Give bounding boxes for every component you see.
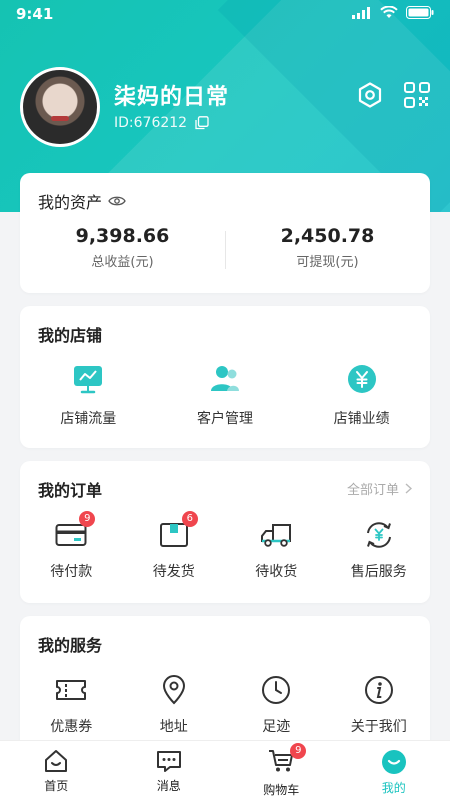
shop-item-traffic[interactable]: 店铺流量 (20, 364, 157, 428)
order-item-pending-shipment[interactable]: 6 待发货 (123, 511, 226, 581)
shop-item-customers[interactable]: 客户管理 (157, 364, 294, 428)
profile-icon (381, 750, 406, 774)
tab-label: 消息 (156, 779, 181, 793)
service-item-label: 关于我们 (350, 719, 407, 735)
order-item-label: 待收货 (255, 564, 298, 580)
service-item-about[interactable]: 关于我们 (328, 672, 431, 736)
clock-icon (262, 676, 291, 704)
assets-card: 我的资产 9,398.66 总收益(元) 2,450.78 可提现(元) (20, 173, 430, 293)
asset-value: 9,398.66 (75, 225, 170, 247)
assets-title-row: 我的资产 (38, 189, 126, 213)
battery-icon (406, 6, 434, 19)
shop-title: 我的店铺 (38, 326, 103, 345)
service-item-address[interactable]: 地址 (123, 672, 226, 736)
chart-icon (74, 366, 103, 394)
all-orders-link[interactable]: 全部订单 (347, 479, 412, 498)
users-icon (210, 366, 239, 391)
order-item-pending-receipt[interactable]: 待收货 (225, 517, 328, 581)
home-icon (45, 750, 68, 772)
tab-label: 购物车 (263, 783, 300, 797)
avatar[interactable] (20, 67, 100, 147)
tab-home[interactable]: 首页 (0, 741, 113, 800)
status-icons (352, 6, 434, 19)
services-title: 我的服务 (38, 636, 103, 655)
all-orders-label: 全部订单 (346, 483, 399, 498)
status-bar: 9:41 (0, 0, 450, 28)
tab-bar: 首页 消息 9 购物车 我的 (0, 740, 450, 800)
settings-button[interactable] (356, 81, 384, 109)
order-badge: 6 (181, 511, 198, 527)
info-icon (364, 676, 393, 704)
orders-title: 我的订单 (38, 481, 103, 500)
shop-grid: 店铺流量 客户管理 店铺业绩 (20, 364, 430, 428)
profile-id: ID:676212 (114, 115, 188, 131)
service-item-footprint[interactable]: 足迹 (225, 672, 328, 736)
service-item-label: 足迹 (262, 719, 291, 735)
asset-withdrawable[interactable]: 2,450.78 可提现(元) (225, 225, 430, 270)
profile-id-row: ID:676212 (114, 115, 209, 131)
coupon-icon (56, 680, 87, 700)
asset-label: 总收益(元) (91, 255, 154, 270)
shop-card: 我的店铺 店铺流量 客户管理 店铺业绩 (20, 306, 430, 448)
shop-item-label: 店铺流量 (60, 411, 117, 427)
profile-header: 柒妈的日常 ID:676212 (20, 67, 430, 147)
tab-label: 我的 (381, 781, 406, 795)
shop-item-label: 客户管理 (196, 411, 253, 427)
yen-icon (347, 365, 376, 393)
settings-icon (358, 82, 382, 108)
order-item-label: 售后服务 (350, 564, 407, 580)
orders-card: 我的订单 全部订单 9 待付款 6 待发货 待收货 售后服务 (20, 461, 430, 603)
truck-icon (261, 524, 292, 547)
chevron-right-icon (405, 483, 412, 494)
order-item-label: 待发货 (152, 564, 195, 580)
status-time: 9:41 (16, 5, 54, 23)
services-card: 我的服务 优惠券 地址 足迹 关于我们 (20, 616, 430, 756)
shop-item-performance[interactable]: 店铺业绩 (293, 364, 430, 428)
services-grid: 优惠券 地址 足迹 关于我们 (20, 672, 430, 736)
location-icon (162, 675, 185, 705)
asset-total-income[interactable]: 9,398.66 总收益(元) (20, 225, 225, 270)
cart-badge: 9 (290, 743, 307, 759)
shop-item-label: 店铺业绩 (333, 411, 390, 427)
service-item-label: 地址 (159, 719, 188, 735)
qr-code-icon (404, 82, 430, 108)
eye-icon[interactable] (108, 195, 126, 207)
signal-icon (352, 6, 370, 19)
copy-icon[interactable] (195, 116, 209, 130)
service-item-label: 优惠券 (50, 719, 93, 735)
order-item-label: 待付款 (50, 564, 93, 580)
tab-profile[interactable]: 我的 (338, 741, 450, 800)
wifi-icon (380, 6, 398, 18)
service-item-coupon[interactable]: 优惠券 (20, 672, 123, 736)
tab-cart[interactable]: 9 购物车 (225, 741, 338, 800)
order-item-after-sales[interactable]: 售后服务 (328, 517, 431, 581)
refund-icon (366, 522, 391, 548)
asset-label: 可提现(元) (296, 255, 359, 270)
tab-label: 首页 (44, 779, 69, 793)
assets-title: 我的资产 (38, 193, 103, 212)
orders-grid: 9 待付款 6 待发货 待收货 售后服务 (20, 511, 431, 581)
order-badge: 9 (79, 511, 96, 527)
order-item-pending-payment[interactable]: 9 待付款 (20, 511, 123, 581)
message-icon (156, 751, 181, 772)
tab-messages[interactable]: 消息 (113, 741, 226, 800)
asset-value: 2,450.78 (280, 225, 375, 247)
qr-code-button[interactable] (403, 81, 431, 109)
profile-name: 柒妈的日常 (114, 85, 230, 110)
